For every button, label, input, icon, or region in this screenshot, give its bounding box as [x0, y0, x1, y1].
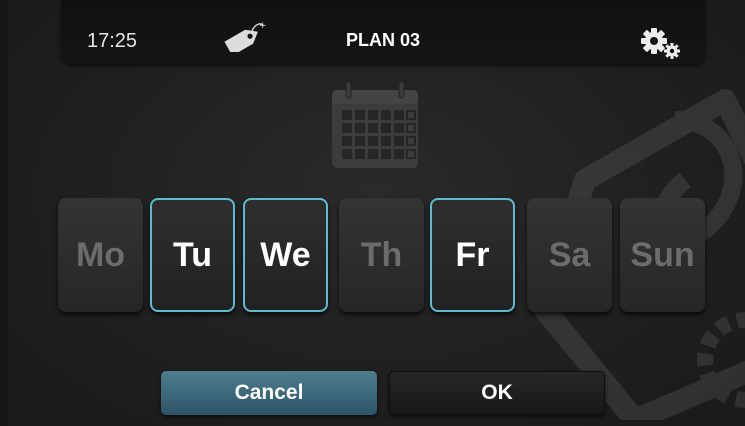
cancel-button-label: Cancel — [234, 381, 304, 404]
day-button-we[interactable]: We — [243, 198, 328, 312]
plan-title: PLAN 03 — [345, 30, 421, 50]
day-button-th[interactable]: Th — [339, 198, 424, 312]
day-label: Th — [360, 235, 403, 274]
day-button-mo[interactable]: Mo — [58, 198, 143, 312]
calendar-icon — [332, 81, 418, 168]
ok-button[interactable]: OK — [389, 371, 605, 415]
day-label: Fr — [455, 235, 490, 274]
day-label: Sun — [630, 235, 695, 274]
day-button-tu[interactable]: Tu — [150, 198, 235, 312]
day-label: We — [260, 235, 311, 274]
top-bar: 17:25 + PLAN 03 — [61, 0, 705, 64]
day-button-sa[interactable]: Sa — [527, 198, 612, 312]
day-button-fr[interactable]: Fr — [430, 198, 515, 312]
day-label: Mo — [75, 235, 126, 274]
cancel-button[interactable]: Cancel — [161, 371, 377, 415]
day-label: Sa — [548, 235, 591, 274]
gear-icon[interactable] — [639, 26, 683, 60]
screen: 17:25 + PLAN 03 Mo Tu We Th Fr Sa Sun Ca… — [8, 0, 745, 426]
day-label: Tu — [172, 235, 212, 274]
ok-button-label: OK — [481, 381, 513, 404]
day-button-sun[interactable]: Sun — [620, 198, 705, 312]
